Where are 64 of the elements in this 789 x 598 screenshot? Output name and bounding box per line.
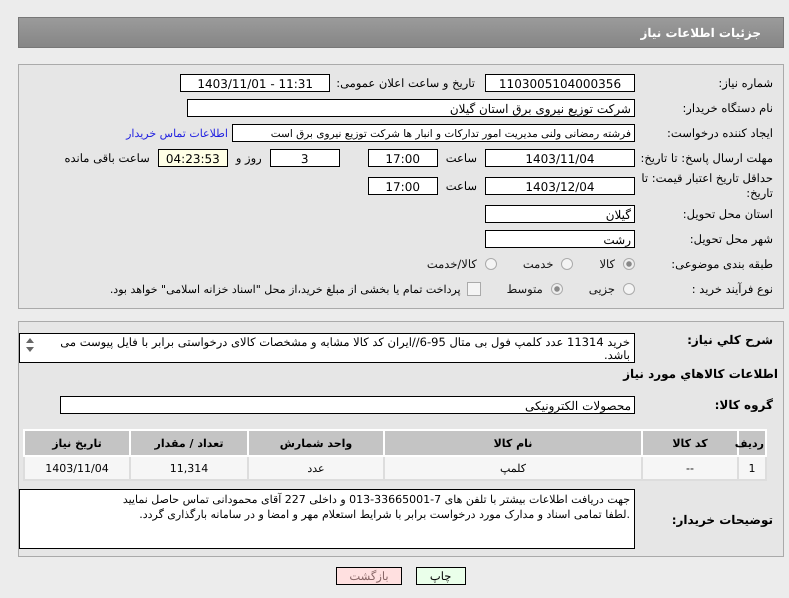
field-label: شهر محل تحویل:	[688, 232, 774, 246]
column-header: نام کالا	[384, 430, 642, 456]
field-label: نوع فرآیند خرید :	[690, 282, 774, 296]
radio-option[interactable]: خدمت	[522, 257, 574, 271]
table-cell: کلمپ	[384, 456, 642, 480]
checkbox-label: پرداخت تمام یا بخشی از مبلغ خرید،از محل "اسناد خزانه اسلامی" خواهد بود.	[110, 282, 461, 296]
summary-field[interactable]: خرید 11314 عدد کلمپ فول بی متال 95-6//ایران کد کالا مشابه و مشخصات کالای درخواستی برابر با فایل پیوست می باشد.	[19, 333, 635, 363]
city-field[interactable]: رشت	[485, 230, 635, 248]
summary-text: خرید 11314 عدد کلمپ فول بی متال 95-6//ایران کد کالا مشابه و مشخصات کالای درخواستی برابر با فایل پیوست می باشد.	[59, 336, 630, 360]
radio-option[interactable]: متوسط	[506, 282, 563, 296]
back-button[interactable]: بازگشت	[336, 567, 402, 585]
time-field[interactable]: 17:00	[368, 177, 438, 195]
time-label: ساعت	[446, 151, 477, 165]
field-label: تاریخ و ساعت اعلان عمومی:	[336, 76, 475, 90]
field-label: استان محل تحویل:	[682, 206, 774, 222]
scroll-arrows-icon[interactable]	[24, 336, 36, 354]
creator-field[interactable]: فرشته رمضانی ولنی مدیریت امور تدارکات و انبار ها شرکت توزیع نیروی برق است	[232, 124, 635, 142]
days-label: روز و	[236, 151, 262, 165]
notes-text: .لطفا تمامی اسناد و مدارک مورد درخواست برابر با شرایط استعلام مهر و امضا و در سامانه بارگذاری گردد.	[138, 507, 630, 522]
column-header: تعداد / مقدار	[130, 430, 248, 456]
table-cell: 11,314	[130, 456, 248, 480]
field-label: نام دستگاه خریدار:	[681, 100, 774, 116]
field-label: ایجاد کننده درخواست:	[666, 126, 774, 140]
table-cell: 1403/11/04	[24, 456, 130, 480]
page-title: جزئیات اطلاعات نیاز	[640, 26, 761, 40]
announce-date-field[interactable]: 1403/11/01 - 11:31	[180, 74, 330, 92]
notes-field[interactable]: جهت دریافت اطلاعات بیشتر با تلفن های 7-33665001-013 و داخلی 227 آقای محمودانی تماس حاصل نمایید .لطفا تمامی اسناد و مدارک مورد درخواست برابر با شرایط استعلام مهر و امضا و در سامانه بارگذاری گردد.	[19, 489, 635, 549]
table-cell: --	[642, 456, 738, 480]
column-header: واحد شمارش	[248, 430, 384, 456]
radio-option[interactable]: جزیی	[588, 282, 635, 296]
days-field[interactable]: 3	[270, 149, 340, 167]
checkbox[interactable]	[466, 282, 481, 296]
date-field[interactable]: 1403/12/04	[485, 177, 635, 195]
remaining-label: ساعت باقی مانده	[64, 151, 150, 165]
radio-button[interactable]	[484, 258, 497, 270]
province-field[interactable]: گیلان	[485, 205, 635, 223]
time-field[interactable]: 17:00	[368, 149, 438, 167]
print-button[interactable]: چاپ	[416, 567, 466, 585]
buyer-field[interactable]: شرکت توزیع نیروی برق استان گیلان	[187, 99, 635, 117]
field-label: حداقل تاریخ اعتبار قیمت: تا تاریخ:	[640, 171, 774, 201]
notes-text: جهت دریافت اطلاعات بیشتر با تلفن های 7-33665001-013 و داخلی 227 آقای محمودانی تماس حاصل نمایید	[122, 492, 630, 507]
field-label: طبقه بندی موضوعی:	[670, 256, 774, 272]
field-label: شرح کلي نياز:	[686, 333, 774, 348]
radio-option[interactable]: کالا/خدمت	[426, 257, 497, 271]
radio-button[interactable]	[550, 283, 563, 295]
buyer-contact-link[interactable]: اطلاعات تماس خریدار	[126, 126, 228, 140]
field-label: مهلت ارسال پاسخ: تا تاریخ:	[639, 150, 774, 166]
time-label: ساعت	[446, 179, 477, 193]
table-cell: عدد	[248, 456, 384, 480]
field-label: گروه کالا:	[714, 398, 774, 412]
date-field[interactable]: 1403/11/04	[485, 149, 635, 167]
column-header: تاریخ نیاز	[24, 430, 130, 456]
field-label: شماره نیاز:	[717, 76, 774, 90]
goods-group-field[interactable]: محصولات الکترونیکی	[60, 396, 635, 414]
radio-option[interactable]: کالا	[599, 257, 635, 271]
table-cell: 1	[738, 456, 766, 480]
need-number-field[interactable]: 1103005104000356	[485, 74, 635, 92]
section-heading: اطلاعات کالاهاي مورد نياز	[622, 367, 779, 381]
radio-button[interactable]	[623, 283, 635, 295]
field-label: توضیحات خریدار:	[670, 512, 774, 528]
column-header: رديف	[738, 430, 766, 456]
radio-button[interactable]	[623, 258, 635, 270]
remaining-time-field: 04:23:53	[158, 149, 228, 167]
radio-button[interactable]	[561, 258, 574, 270]
